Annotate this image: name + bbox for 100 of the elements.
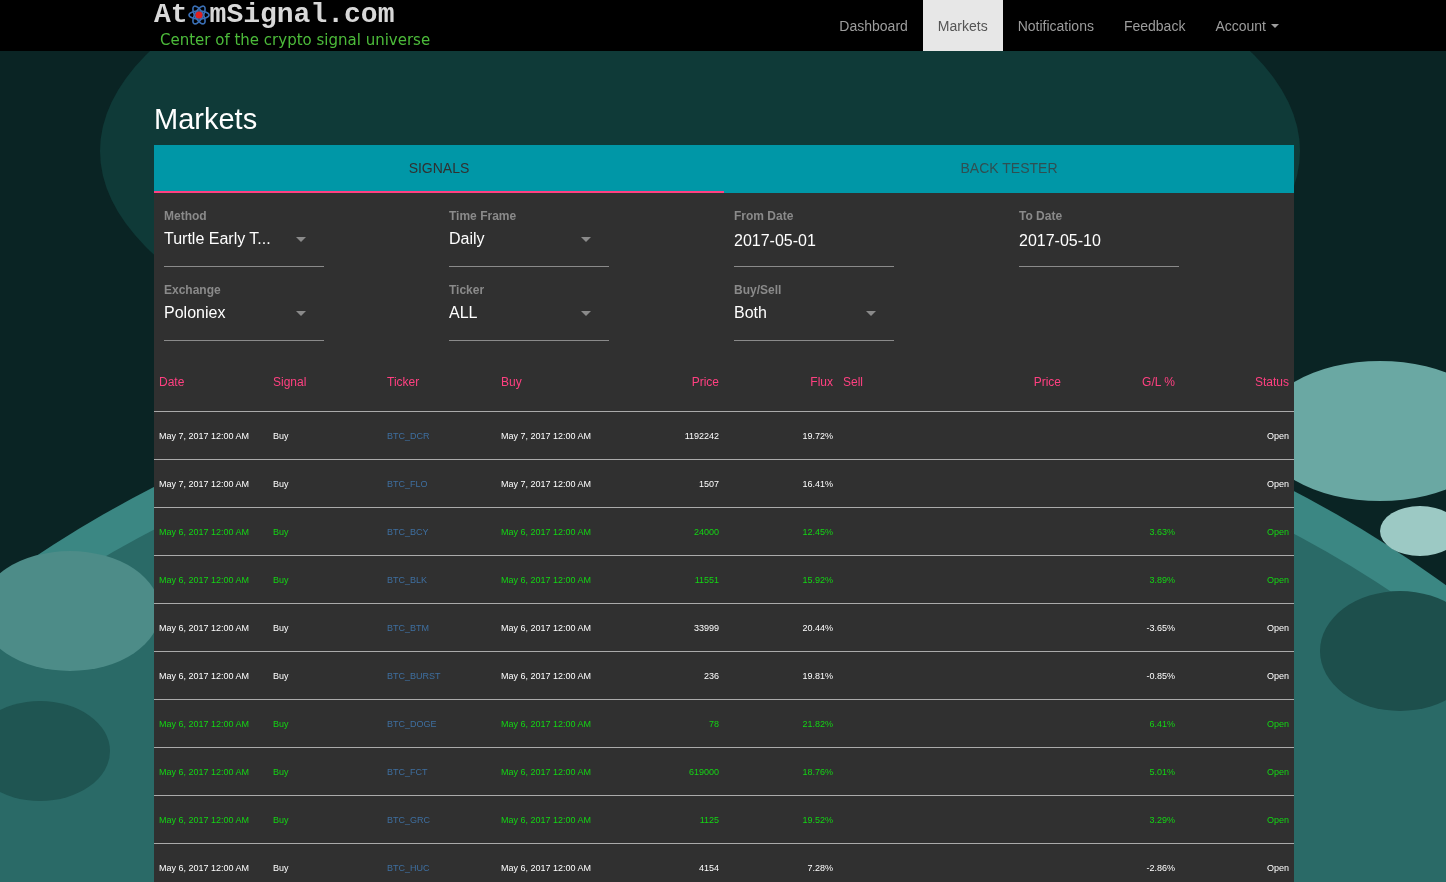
dropdown-arrow-icon	[296, 310, 306, 316]
ticker-link[interactable]: BTC_FCT	[387, 766, 428, 777]
column-header[interactable]: Flux	[810, 375, 833, 389]
date-field[interactable]: From Date 2017-05-01	[734, 209, 894, 267]
column-header[interactable]: Sell	[843, 375, 863, 389]
nav-link[interactable]: Account	[1200, 0, 1294, 51]
table-cell: May 6, 2017 12:00 AM	[501, 766, 592, 777]
table-cell: 236	[703, 670, 719, 681]
site-logo[interactable]: At mSignal.com	[154, 0, 825, 30]
table-cell: Buy	[273, 670, 289, 681]
nav-link[interactable]: Feedback	[1108, 0, 1201, 51]
dropdown-arrow-icon	[581, 236, 591, 242]
field-label: Ticker	[449, 283, 486, 297]
table-cell: Buy	[273, 430, 289, 441]
table-cell: -3.65%	[1146, 622, 1175, 633]
field-label: Time Frame	[449, 209, 518, 223]
nav-link[interactable]: Notifications	[1002, 0, 1109, 51]
nav-link[interactable]: Markets	[922, 0, 1003, 51]
table-cell: May 6, 2017 12:00 AM	[159, 862, 250, 873]
table-cell: 4154	[698, 862, 719, 873]
table-cell: Buy	[273, 478, 289, 489]
field-label: To Date	[1019, 209, 1064, 223]
page-title: Markets	[154, 102, 259, 137]
field-label: Exchange	[164, 283, 222, 297]
table-cell: 78	[709, 718, 719, 729]
table-cell: Buy	[273, 622, 289, 633]
ticker-link[interactable]: BTC_BTM	[387, 622, 429, 633]
column-header[interactable]: G/L %	[1142, 375, 1175, 389]
dropdown-field[interactable]: Buy/Sell Both	[734, 283, 894, 341]
dropdown-field[interactable]: Time Frame Daily	[449, 209, 609, 267]
date-field[interactable]: To Date 2017-05-10	[1019, 209, 1179, 267]
column-header[interactable]: Ticker	[387, 375, 420, 389]
table-cell: 5.01%	[1149, 766, 1175, 777]
table-cell: May 6, 2017 12:00 AM	[159, 814, 250, 825]
table-cell: Buy	[273, 814, 289, 825]
tab[interactable]: BACK TESTER	[724, 145, 1294, 193]
ticker-link[interactable]: BTC_DOGE	[387, 718, 437, 729]
table-cell: May 6, 2017 12:00 AM	[159, 718, 250, 729]
dropdown-arrow-icon	[296, 236, 306, 242]
table-cell: 3.63%	[1149, 526, 1175, 537]
table-cell: 18.76%	[802, 766, 833, 777]
table-cell: 16.41%	[802, 478, 833, 489]
ticker-link[interactable]: BTC_GRC	[387, 814, 430, 825]
table-cell: 1507	[698, 478, 719, 489]
tagline: Center of the crypto signal universe	[160, 31, 432, 49]
ticker-link[interactable]: BTC_DCR	[387, 430, 430, 441]
table-cell: 19.81%	[802, 670, 833, 681]
column-header[interactable]: Status	[1254, 375, 1289, 389]
field-label: Buy/Sell	[734, 283, 783, 297]
dropdown-arrow-icon	[581, 310, 591, 316]
table-cell: Buy	[273, 574, 289, 585]
table-cell: 1125	[699, 814, 719, 825]
atom-icon	[187, 3, 210, 27]
table-cell: Open	[1266, 574, 1289, 585]
table-cell: 3.29%	[1149, 814, 1175, 825]
table-cell: 20.44%	[802, 622, 833, 633]
table-cell: 11551	[694, 574, 719, 585]
table-cell: -0.85%	[1146, 670, 1175, 681]
table-cell: May 6, 2017 12:00 AM	[159, 526, 250, 537]
table-cell: May 7, 2017 12:00 AM	[159, 478, 250, 489]
table-cell: May 6, 2017 12:00 AM	[159, 766, 250, 777]
ticker-link[interactable]: BTC_HUC	[387, 862, 430, 873]
table-cell: Buy	[273, 862, 289, 873]
table-cell: -2.86%	[1146, 862, 1175, 873]
table-cell: May 6, 2017 12:00 AM	[501, 670, 592, 681]
table-cell: 619000	[688, 766, 719, 777]
table-cell: May 6, 2017 12:00 AM	[501, 718, 592, 729]
table-cell: 15.92%	[802, 574, 833, 585]
table-cell: May 6, 2017 12:00 AM	[501, 814, 592, 825]
table-cell: Open	[1266, 814, 1289, 825]
column-header[interactable]: Signal	[273, 375, 307, 389]
table-cell: Buy	[273, 718, 289, 729]
table-cell: May 6, 2017 12:00 AM	[501, 526, 592, 537]
table-cell: 6.41%	[1149, 718, 1175, 729]
table-cell: Open	[1266, 526, 1289, 537]
ticker-link[interactable]: BTC_FLO	[387, 478, 428, 489]
table-cell: May 6, 2017 12:00 AM	[501, 862, 592, 873]
table-cell: Open	[1266, 766, 1289, 777]
ticker-link[interactable]: BTC_BURST	[387, 670, 441, 681]
column-header[interactable]: Price	[691, 375, 719, 389]
nav-link[interactable]: Dashboard	[824, 0, 923, 51]
dropdown-field[interactable]: Method Turtle Early T...	[164, 209, 324, 267]
column-header[interactable]: Price	[1033, 375, 1061, 389]
table-cell: 33999	[693, 622, 719, 633]
dropdown-arrow-icon	[866, 310, 876, 316]
column-header[interactable]: Buy	[501, 375, 522, 389]
table-cell: May 6, 2017 12:00 AM	[159, 622, 250, 633]
column-header[interactable]: Date	[159, 375, 185, 389]
dropdown-field[interactable]: Ticker ALL	[449, 283, 609, 341]
table-cell: 3.89%	[1149, 574, 1175, 585]
table-cell: May 7, 2017 12:00 AM	[159, 430, 250, 441]
table-cell: Buy	[273, 766, 289, 777]
table-cell: May 7, 2017 12:00 AM	[501, 478, 592, 489]
table-cell: May 6, 2017 12:00 AM	[501, 622, 592, 633]
dropdown-field[interactable]: Exchange Poloniex	[164, 283, 324, 341]
ticker-link[interactable]: BTC_BLK	[387, 574, 428, 585]
ticker-link[interactable]: BTC_BCY	[387, 526, 429, 537]
table-cell: 12.45%	[802, 526, 833, 537]
table-cell: May 6, 2017 12:00 AM	[501, 574, 592, 585]
table-cell: Open	[1266, 478, 1289, 489]
